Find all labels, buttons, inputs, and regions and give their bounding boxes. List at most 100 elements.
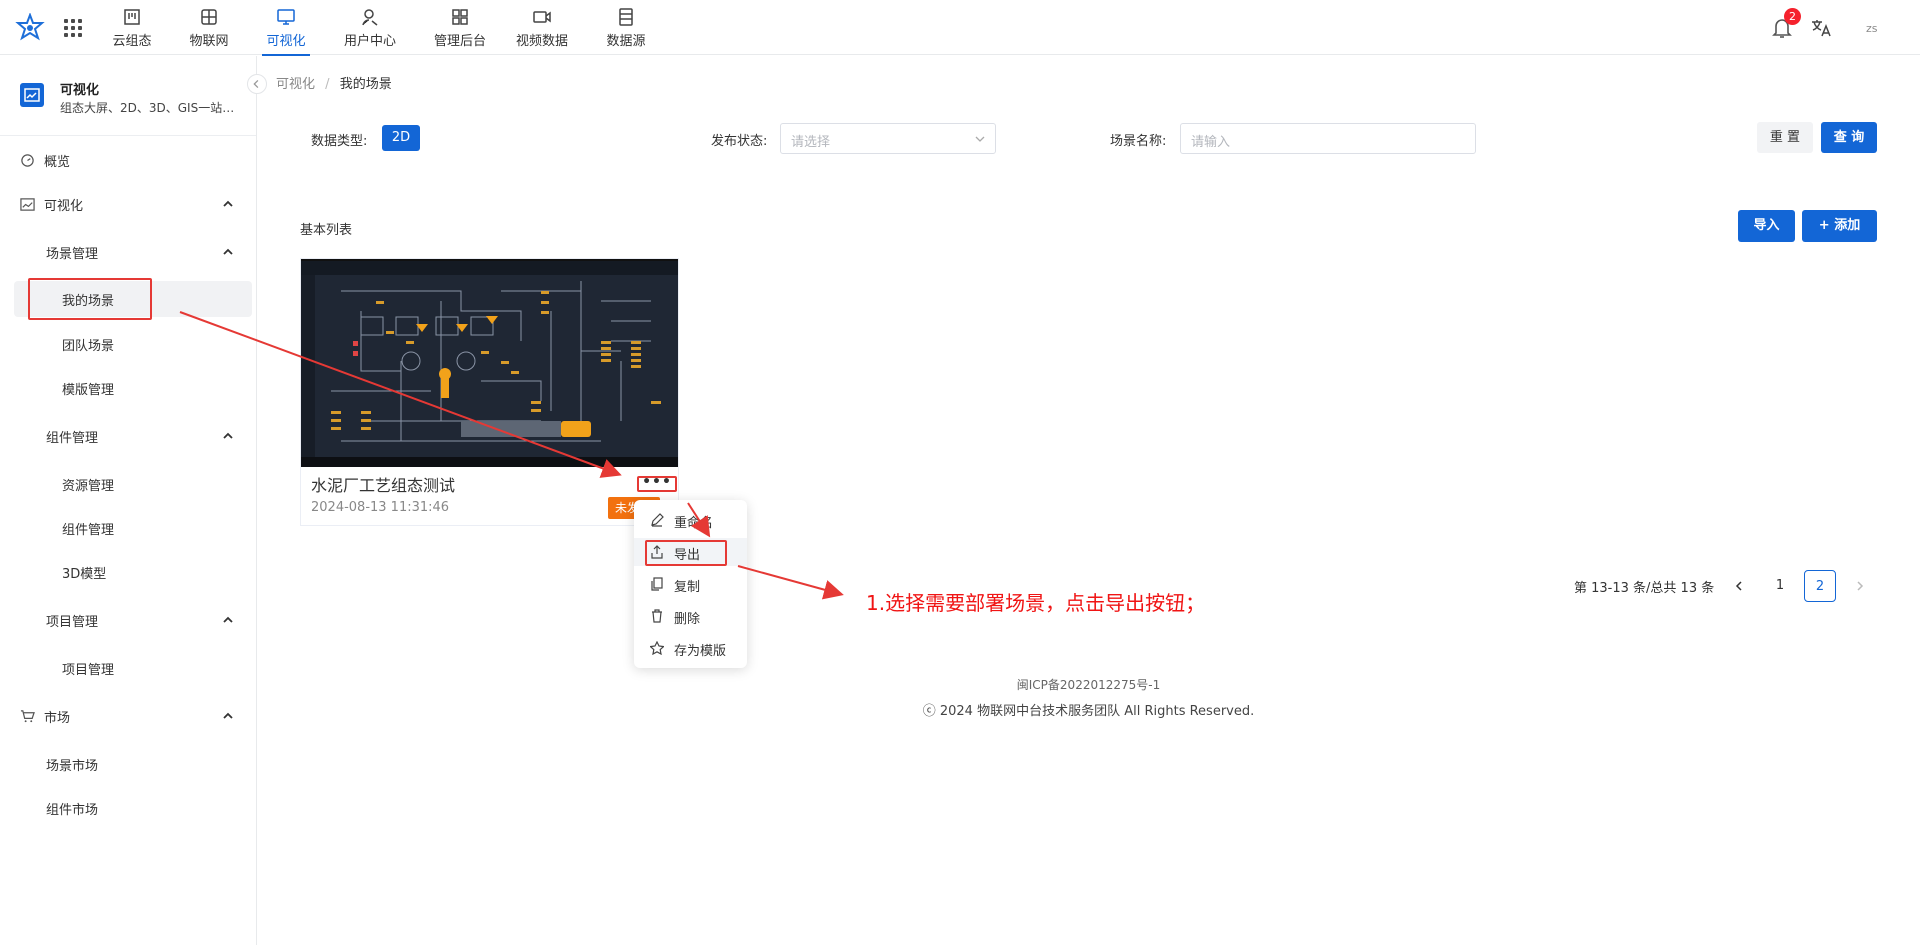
sidebar-item-label: 我的场景 [62, 293, 115, 309]
top-bar: 云组态 物联网 可视化 用户中心 管理后台 视频数据 数据源 2 zs [0, 0, 1920, 56]
nav-cloud-config[interactable]: 云组态 [108, 0, 156, 55]
reset-button[interactable]: 重 置 [1757, 122, 1813, 153]
iot-icon [201, 8, 217, 25]
monitor-icon [277, 8, 295, 25]
sidebar-item-scene-market[interactable]: 场景市场 [0, 746, 256, 782]
scene-card-title: 水泥厂工艺组态测试 [311, 476, 456, 495]
sidebar-item-component-market[interactable]: 组件市场 [0, 790, 256, 826]
sidebar-item-template-management[interactable]: 模版管理 [0, 370, 256, 406]
breadcrumb: 可视化 / 我的场景 [276, 73, 392, 92]
sidebar-item-visualization[interactable]: 可视化 [0, 186, 256, 222]
nav-visualization[interactable]: 可视化 [262, 0, 310, 56]
sidebar-item-label: 组件管理 [62, 522, 115, 538]
sidebar-item-label: 项目管理 [62, 662, 115, 678]
card-actions-dropdown: 重命名 导出 复制 删除 存为模版 [634, 500, 747, 668]
apps-grid-icon[interactable] [64, 19, 82, 37]
menu-item-rename[interactable]: 重命名 [634, 506, 747, 534]
sidebar-header: 可视化 组态大屏、2D、3D、GIS一站式数据可视化 [0, 56, 256, 136]
menu-item-save-as-template[interactable]: 存为模版 [634, 634, 747, 662]
sidebar-item-my-scenes[interactable]: 我的场景 [14, 281, 252, 317]
scene-card-date: 2024-08-13 11:31:46 [311, 500, 450, 515]
list-title: 基本列表 [300, 223, 353, 238]
breadcrumb-separator: / [325, 77, 330, 92]
menu-item-label: 存为模版 [674, 644, 727, 659]
pagination-next-button[interactable] [1844, 570, 1876, 602]
sidebar-item-scene-management[interactable]: 场景管理 [0, 234, 256, 270]
footer-icp[interactable]: 闽ICP备2022012275号-1 [0, 676, 1920, 693]
more-actions-button[interactable]: ••• [637, 475, 677, 492]
sidebar-item-project-management-group[interactable]: 项目管理 [0, 602, 256, 638]
chevron-up-icon [223, 432, 233, 439]
scene-thumbnail[interactable] [301, 259, 678, 467]
scene-card[interactable]: 水泥厂工艺组态测试 2024-08-13 11:31:46 未发布 ••• [300, 258, 679, 526]
menu-item-label: 重命名 [674, 516, 714, 531]
breadcrumb-current: 我的场景 [339, 77, 392, 92]
export-icon [651, 545, 663, 559]
menu-item-copy[interactable]: 复制 [634, 570, 747, 598]
query-button[interactable]: 查 询 [1821, 122, 1877, 153]
import-button[interactable]: 导入 [1738, 210, 1795, 242]
pagination-page-1[interactable]: 1 [1764, 570, 1796, 602]
sidebar-item-resource-management[interactable]: 资源管理 [0, 466, 256, 502]
user-center-icon [362, 8, 378, 26]
sidebar-item-team-scenes[interactable]: 团队场景 [0, 326, 256, 362]
chevron-left-icon [1735, 581, 1742, 591]
publish-status-label: 发布状态: [711, 134, 768, 149]
chevron-up-icon [223, 616, 233, 623]
footer-copyright: ⓒ 2024 物联网中台技术服务团队 All Rights Reserved. [922, 704, 1255, 719]
notification-badge: 2 [1784, 8, 1801, 25]
menu-item-label: 导出 [674, 548, 701, 563]
translate-icon[interactable] [1810, 17, 1832, 39]
nav-datasource[interactable]: 数据源 [602, 0, 650, 55]
nav-label: 物联网 [189, 33, 229, 49]
chevron-up-icon [223, 248, 233, 255]
nav-label: 可视化 [266, 33, 306, 49]
pagination-prev-button[interactable] [1723, 570, 1755, 602]
breadcrumb-parent[interactable]: 可视化 [276, 77, 315, 92]
sidebar-item-3d-models[interactable]: 3D模型 [0, 554, 256, 590]
nav-label: 云组态 [112, 33, 152, 49]
nav-user-center[interactable]: 用户中心 [340, 0, 400, 55]
sidebar-item-label: 组件市场 [46, 802, 99, 818]
sidebar-item-overview[interactable]: 概览 [0, 142, 256, 178]
collapse-sidebar-button[interactable] [247, 74, 267, 94]
sidebar-item-component-management[interactable]: 组件管理 [0, 418, 256, 454]
chevron-down-icon [975, 136, 985, 142]
menu-item-delete[interactable]: 删除 [634, 602, 747, 630]
app-logo-icon[interactable] [15, 13, 45, 43]
nav-video-data[interactable]: 视频数据 [512, 0, 572, 55]
admin-grid-icon [452, 8, 468, 25]
nav-admin[interactable]: 管理后台 [430, 0, 490, 55]
delete-icon [652, 609, 662, 623]
scene-name-label: 场景名称: [1110, 134, 1167, 149]
sidebar-item-label: 可视化 [44, 198, 84, 214]
process-diagram-thumbnail [301, 261, 678, 467]
publish-status-placeholder: 请选择 [791, 135, 831, 150]
chevron-up-icon [223, 200, 233, 207]
publish-status-select[interactable]: 请选择 [780, 123, 996, 154]
nav-label: 数据源 [606, 33, 646, 49]
board-icon [124, 8, 140, 25]
sidebar-title: 可视化 [60, 83, 100, 98]
menu-item-label: 删除 [674, 612, 701, 627]
add-button[interactable]: + 添加 [1802, 210, 1877, 242]
sidebar-item-components[interactable]: 组件管理 [0, 510, 256, 546]
pagination-page-2[interactable]: 2 [1804, 570, 1836, 602]
sidebar-item-label: 组件管理 [46, 430, 99, 446]
menu-item-label: 复制 [674, 580, 701, 595]
data-type-2d-tag[interactable]: 2D [382, 125, 420, 151]
datasource-icon [619, 7, 633, 26]
user-avatar[interactable]: zs [1866, 22, 1878, 35]
menu-item-export[interactable]: 导出 [634, 538, 747, 566]
visualization-module-icon [20, 83, 44, 107]
sidebar-item-label: 模版管理 [62, 382, 115, 398]
video-icon [533, 10, 551, 23]
data-type-label: 数据类型: [311, 134, 368, 149]
nav-iot[interactable]: 物联网 [185, 0, 233, 55]
sidebar-item-label: 资源管理 [62, 478, 115, 494]
sidebar-item-label: 场景管理 [46, 246, 99, 262]
star-icon [650, 641, 664, 655]
chevron-right-icon [1857, 581, 1864, 591]
scene-name-input[interactable]: 请输入 [1180, 123, 1476, 154]
sidebar-item-label: 概览 [44, 154, 71, 170]
